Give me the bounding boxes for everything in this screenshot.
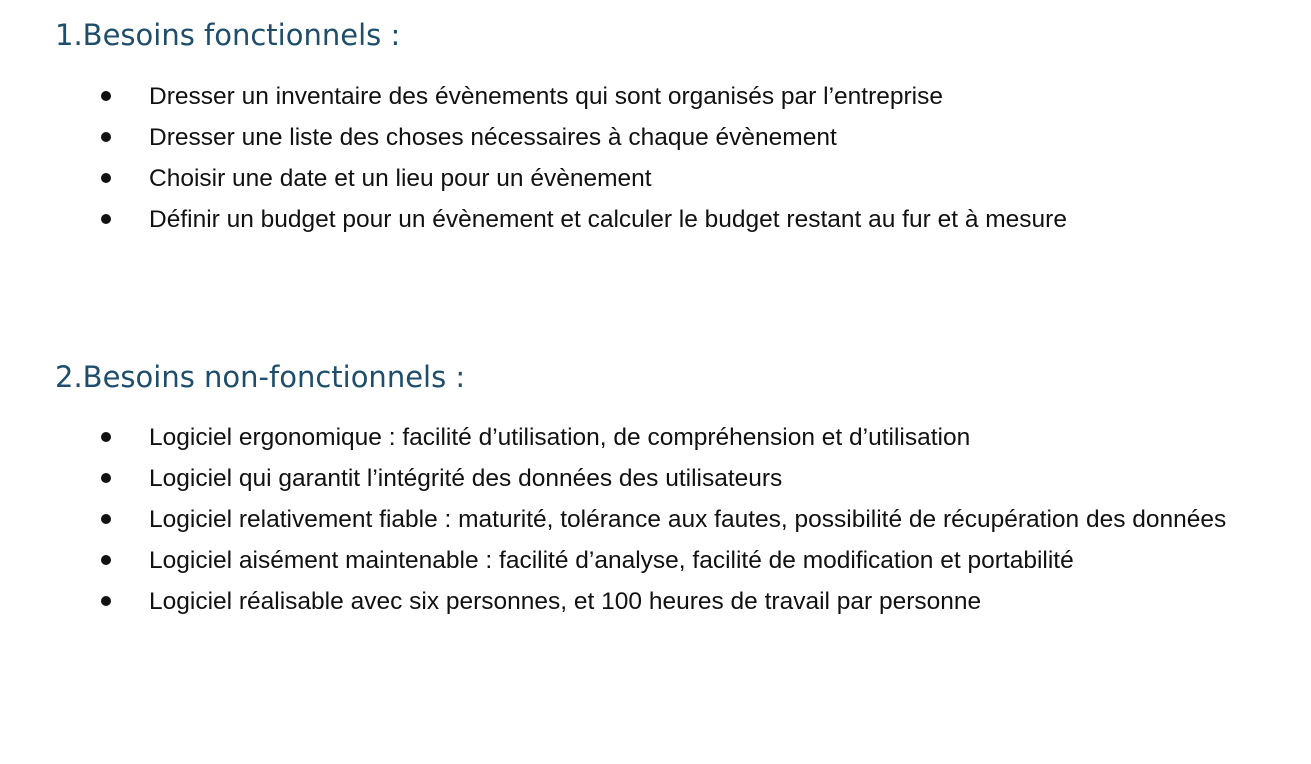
list-item: Logiciel ergonomique : facilité d’utilis…: [0, 417, 1311, 458]
list-item-text: Logiciel aisément maintenable : facilité…: [149, 547, 1074, 574]
bullet-icon: [101, 514, 111, 524]
list-item: Logiciel qui garantit l’intégrité des do…: [0, 458, 1311, 499]
non-functional-needs-list: Logiciel ergonomique : facilité d’utilis…: [0, 417, 1311, 622]
section-heading-non-functional-needs: 2.Besoins non-fonctionnels :: [55, 360, 466, 394]
list-item: Choisir une date et un lieu pour un évèn…: [0, 158, 1311, 199]
list-item-text: Logiciel qui garantit l’intégrité des do…: [149, 465, 783, 492]
bullet-icon: [101, 473, 111, 483]
list-item: Dresser une liste des choses nécessaires…: [0, 117, 1311, 158]
bullet-icon: [101, 432, 111, 442]
list-item: Logiciel aisément maintenable : facilité…: [0, 540, 1311, 581]
list-item-text: Logiciel réalisable avec six personnes, …: [149, 588, 982, 615]
bullet-icon: [101, 214, 111, 224]
list-item-text: Dresser un inventaire des évènements qui…: [149, 83, 943, 110]
bullet-icon: [101, 555, 111, 565]
list-item: Définir un budget pour un évènement et c…: [0, 199, 1311, 240]
document-page: 1.Besoins fonctionnels : Dresser un inve…: [0, 0, 1311, 764]
list-item-text: Définir un budget pour un évènement et c…: [149, 206, 1067, 233]
list-item-text: Dresser une liste des choses nécessaires…: [149, 124, 837, 151]
list-item: Logiciel relativement fiable : maturité,…: [0, 499, 1311, 540]
list-item: Logiciel réalisable avec six personnes, …: [0, 581, 1311, 622]
bullet-icon: [101, 173, 111, 183]
functional-needs-list: Dresser un inventaire des évènements qui…: [0, 76, 1311, 240]
list-item-text: Logiciel ergonomique : facilité d’utilis…: [149, 424, 971, 451]
list-item-text: Choisir une date et un lieu pour un évèn…: [149, 165, 652, 192]
bullet-icon: [101, 132, 111, 142]
list-item-text: Logiciel relativement fiable : maturité,…: [149, 506, 1227, 533]
section-heading-functional-needs: 1.Besoins fonctionnels :: [55, 18, 401, 52]
bullet-icon: [101, 596, 111, 606]
list-item: Dresser un inventaire des évènements qui…: [0, 76, 1311, 117]
bullet-icon: [101, 91, 111, 101]
